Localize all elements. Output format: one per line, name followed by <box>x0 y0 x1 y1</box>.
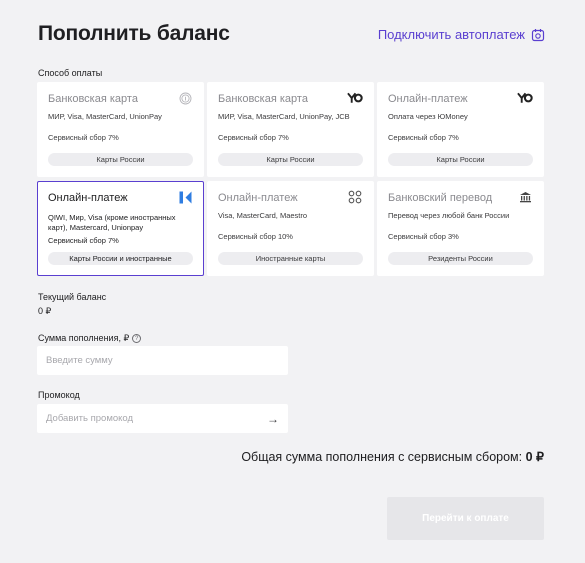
card-title: Банковская карта <box>218 93 308 105</box>
autopay-link[interactable]: Подключить автоплатеж <box>378 27 545 42</box>
amount-label: Сумма пополнения, ₽ ? <box>38 333 142 344</box>
payment-card-online-yoomoney[interactable]: Онлайн-платеж Оплата через ЮMoney Сервис… <box>377 82 544 177</box>
card-fee: Сервисный сбор 7% <box>218 133 289 142</box>
payment-card-online-foreign[interactable]: Онлайн-платеж Visa, MasterCard, Maestro … <box>207 181 374 276</box>
card-fee: Сервисный сбор 7% <box>48 236 119 245</box>
card-tag: Карты России и иностранные <box>48 252 193 265</box>
amount-input-placeholder: Введите сумму <box>46 355 113 366</box>
yoomoney-icon <box>347 91 363 105</box>
promo-input-placeholder: Добавить промокод <box>46 413 134 424</box>
card-title: Банковская карта <box>48 93 138 105</box>
k-flag-icon <box>177 190 193 204</box>
calendar-icon <box>531 28 545 42</box>
card-tag: Карты России <box>48 153 193 166</box>
page-title: Пополнить баланс <box>38 22 230 45</box>
card-title: Банковский перевод <box>388 192 493 204</box>
total-value: 0 ₽ <box>525 450 544 464</box>
payment-card-bank-card-2[interactable]: Банковская карта МИР, Visa, MasterCard, … <box>207 82 374 177</box>
current-balance-value: 0 ₽ <box>38 306 52 316</box>
help-icon[interactable]: ? <box>132 334 142 343</box>
card-fee: Сервисный сбор 3% <box>388 232 459 241</box>
card-tag: Карты России <box>218 153 363 166</box>
dots-icon <box>347 190 363 204</box>
card-tag: Иностранные карты <box>218 252 363 265</box>
yoomoney-icon <box>517 91 533 105</box>
autopay-link-label: Подключить автоплатеж <box>377 27 525 42</box>
amount-label-text: Сумма пополнения, ₽ <box>38 333 130 343</box>
payment-card-bank-card-1[interactable]: Банковская карта МИР, Visa, MasterCard, … <box>37 82 204 177</box>
total-summary: Общая сумма пополнения с сервисным сборо… <box>241 449 544 464</box>
current-balance-label: Текущий баланс <box>38 292 107 302</box>
card-fee: Сервисный сбор 10% <box>218 232 293 241</box>
fingerprint-icon <box>177 91 193 105</box>
card-fee: Сервисный сбор 7% <box>388 133 459 142</box>
card-description: МИР, Visa, MasterCard, UnionPay <box>48 112 162 121</box>
payment-method-label: Способ оплаты <box>38 68 103 78</box>
card-title: Онлайн-платеж <box>218 192 298 204</box>
card-description: Перевод через любой банк России <box>388 211 510 220</box>
payment-card-bank-transfer[interactable]: Банковский перевод Перевод через любой б… <box>377 181 544 276</box>
card-tag: Карты России <box>388 153 533 166</box>
proceed-to-payment-button[interactable]: Перейти к оплате <box>387 497 544 540</box>
arrow-right-icon[interactable]: → <box>267 412 279 426</box>
total-label: Общая сумма пополнения с сервисным сборо… <box>241 450 523 464</box>
card-title: Онлайн-платеж <box>48 192 128 204</box>
card-description: QIWI, Мир, Visa (кроме иностранных карт)… <box>48 213 176 232</box>
bank-icon <box>517 190 533 204</box>
card-fee: Сервисный сбор 7% <box>48 133 119 142</box>
promo-input[interactable]: Добавить промокод → <box>37 404 288 433</box>
card-description: Оплата через ЮMoney <box>388 112 468 121</box>
payment-method-grid: Банковская карта МИР, Visa, MasterCard, … <box>37 82 544 276</box>
payment-card-online-qiwi[interactable]: Онлайн-платеж QIWI, Мир, Visa (кроме ино… <box>37 181 204 276</box>
amount-input[interactable]: Введите сумму <box>37 346 288 375</box>
promo-label: Промокод <box>38 390 80 400</box>
card-description: Visa, MasterCard, Maestro <box>218 211 308 220</box>
card-tag: Резиденты России <box>388 252 533 265</box>
card-title: Онлайн-платеж <box>388 93 468 105</box>
card-description: МИР, Visa, MasterCard, UnionPay, JCB <box>218 112 350 121</box>
